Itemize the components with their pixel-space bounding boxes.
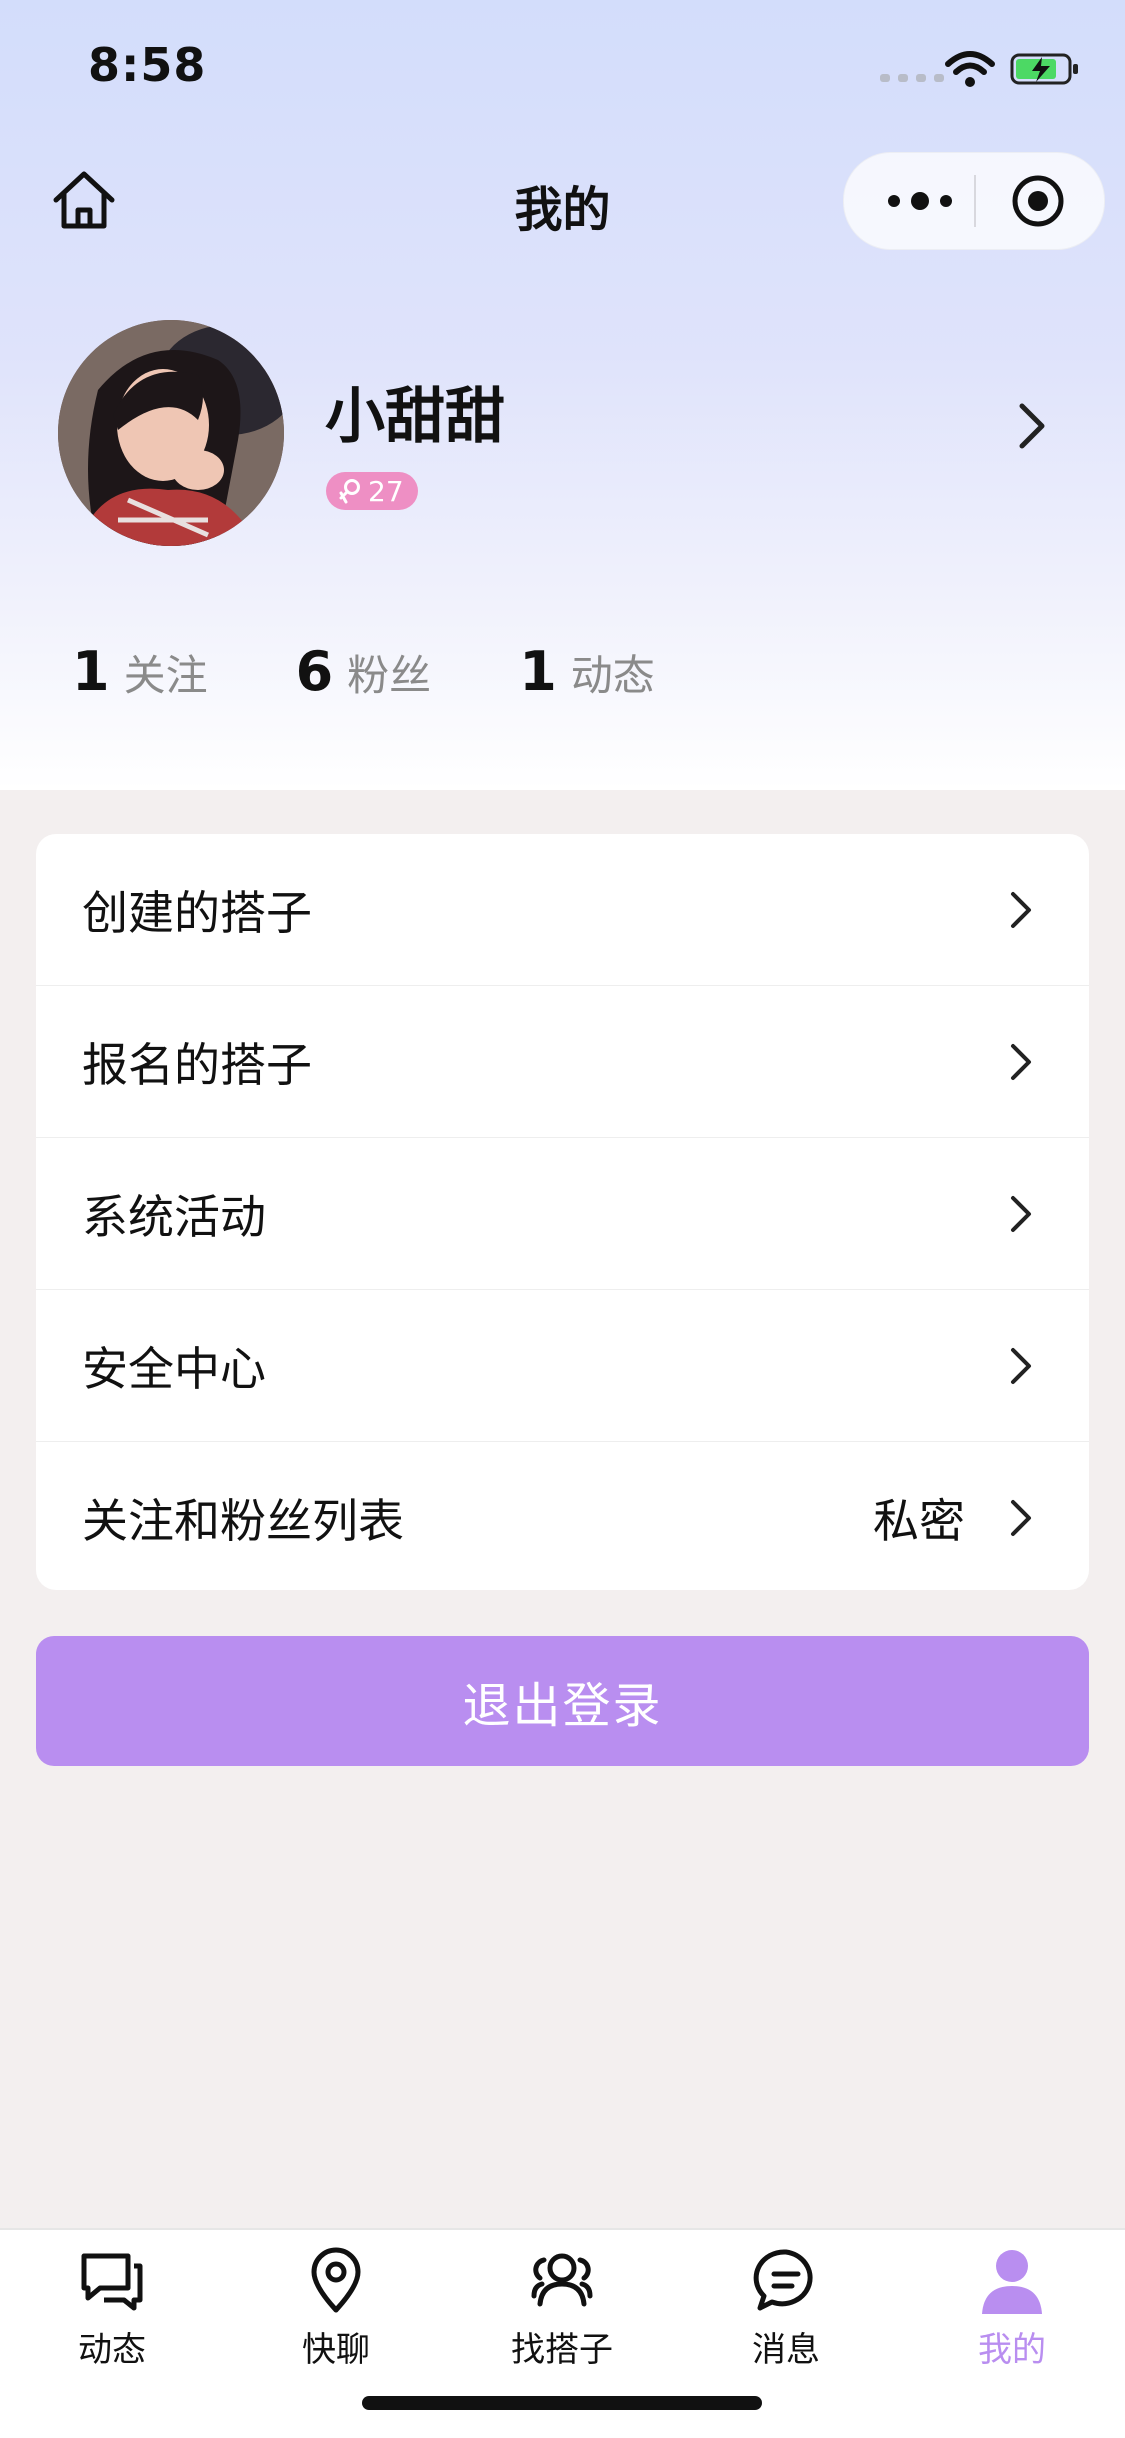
logout-button[interactable]: 退出登录 [36,1636,1089,1766]
person-icon [982,2250,1042,2314]
tab-mine[interactable]: 我的 [922,2244,1102,2371]
profile-header[interactable]: 小甜甜 27 [0,320,1125,550]
stat-label: 关注 [123,651,208,700]
stats-row: 1 关注 6 粉丝 1 动态 [72,640,743,703]
menu-list: 创建的搭子 报名的搭子 系统活动 安全中心 关注和粉丝列表 私密 [36,834,1089,1590]
chevron-right-icon [1011,1195,1031,1232]
tab-label: 我的 [978,2330,1046,2370]
battery-charging-icon [1010,53,1078,85]
stat-label: 粉丝 [347,651,432,700]
tab-label: 动态 [78,2330,146,2370]
tab-label: 找搭子 [511,2330,613,2370]
stat-posts[interactable]: 1 动态 [519,640,655,703]
home-indicator [362,2396,762,2410]
menu-item-label: 创建的搭子 [82,885,312,940]
chevron-right-icon[interactable] [1010,398,1054,454]
nickname: 小甜甜 [325,382,505,452]
chevron-right-icon [1011,891,1031,928]
tab-label: 快聊 [302,2330,370,2370]
menu-item-label: 安全中心 [82,1341,266,1396]
menu-item-joined-partners[interactable]: 报名的搭子 [36,986,1089,1138]
location-pin-icon [311,2247,361,2313]
tab-feed[interactable]: 动态 [22,2244,202,2371]
stat-count: 1 [72,640,110,703]
tab-messages[interactable]: 消息 [696,2244,876,2371]
menu-item-label: 系统活动 [82,1189,266,1244]
chat-bubbles-icon [81,2253,143,2311]
status-time: 8:58 [88,38,207,92]
age-text: 27 [368,474,404,508]
navigation-bar: 我的 [0,140,1125,260]
privacy-value: 私密 [873,1493,965,1548]
menu-item-security-center[interactable]: 安全中心 [36,1290,1089,1442]
more-icon[interactable] [880,173,960,229]
close-mini-program-icon[interactable] [1010,173,1066,229]
menu-item-follow-fans-list[interactable]: 关注和粉丝列表 私密 [36,1442,1089,1590]
chevron-right-icon [1011,1043,1031,1080]
chevron-right-icon [1011,1499,1031,1536]
tab-quick-chat[interactable]: 快聊 [246,2244,426,2371]
status-bar: 8:58 [0,0,1125,140]
stat-label: 动态 [570,651,655,700]
avatar[interactable] [58,320,284,546]
wifi-icon [945,51,995,87]
mini-program-capsule [843,152,1105,250]
people-icon [531,2253,593,2307]
female-icon [339,479,360,504]
gender-age-badge: 27 [326,472,418,510]
stat-count: 1 [519,640,557,703]
tab-label: 消息 [752,2330,820,2370]
tab-find-partner[interactable]: 找搭子 [472,2244,652,2371]
menu-item-created-partners[interactable]: 创建的搭子 [36,834,1089,986]
menu-item-label: 关注和粉丝列表 [82,1493,404,1548]
stat-count: 6 [295,640,334,703]
chevron-right-icon [1011,1347,1031,1384]
signal-icon [880,74,944,82]
capsule-divider [974,175,976,227]
stat-following[interactable]: 1 关注 [72,640,208,703]
message-icon [753,2249,813,2311]
menu-item-system-activities[interactable]: 系统活动 [36,1138,1089,1290]
stat-fans[interactable]: 6 粉丝 [296,640,432,703]
menu-item-label: 报名的搭子 [82,1037,312,1092]
